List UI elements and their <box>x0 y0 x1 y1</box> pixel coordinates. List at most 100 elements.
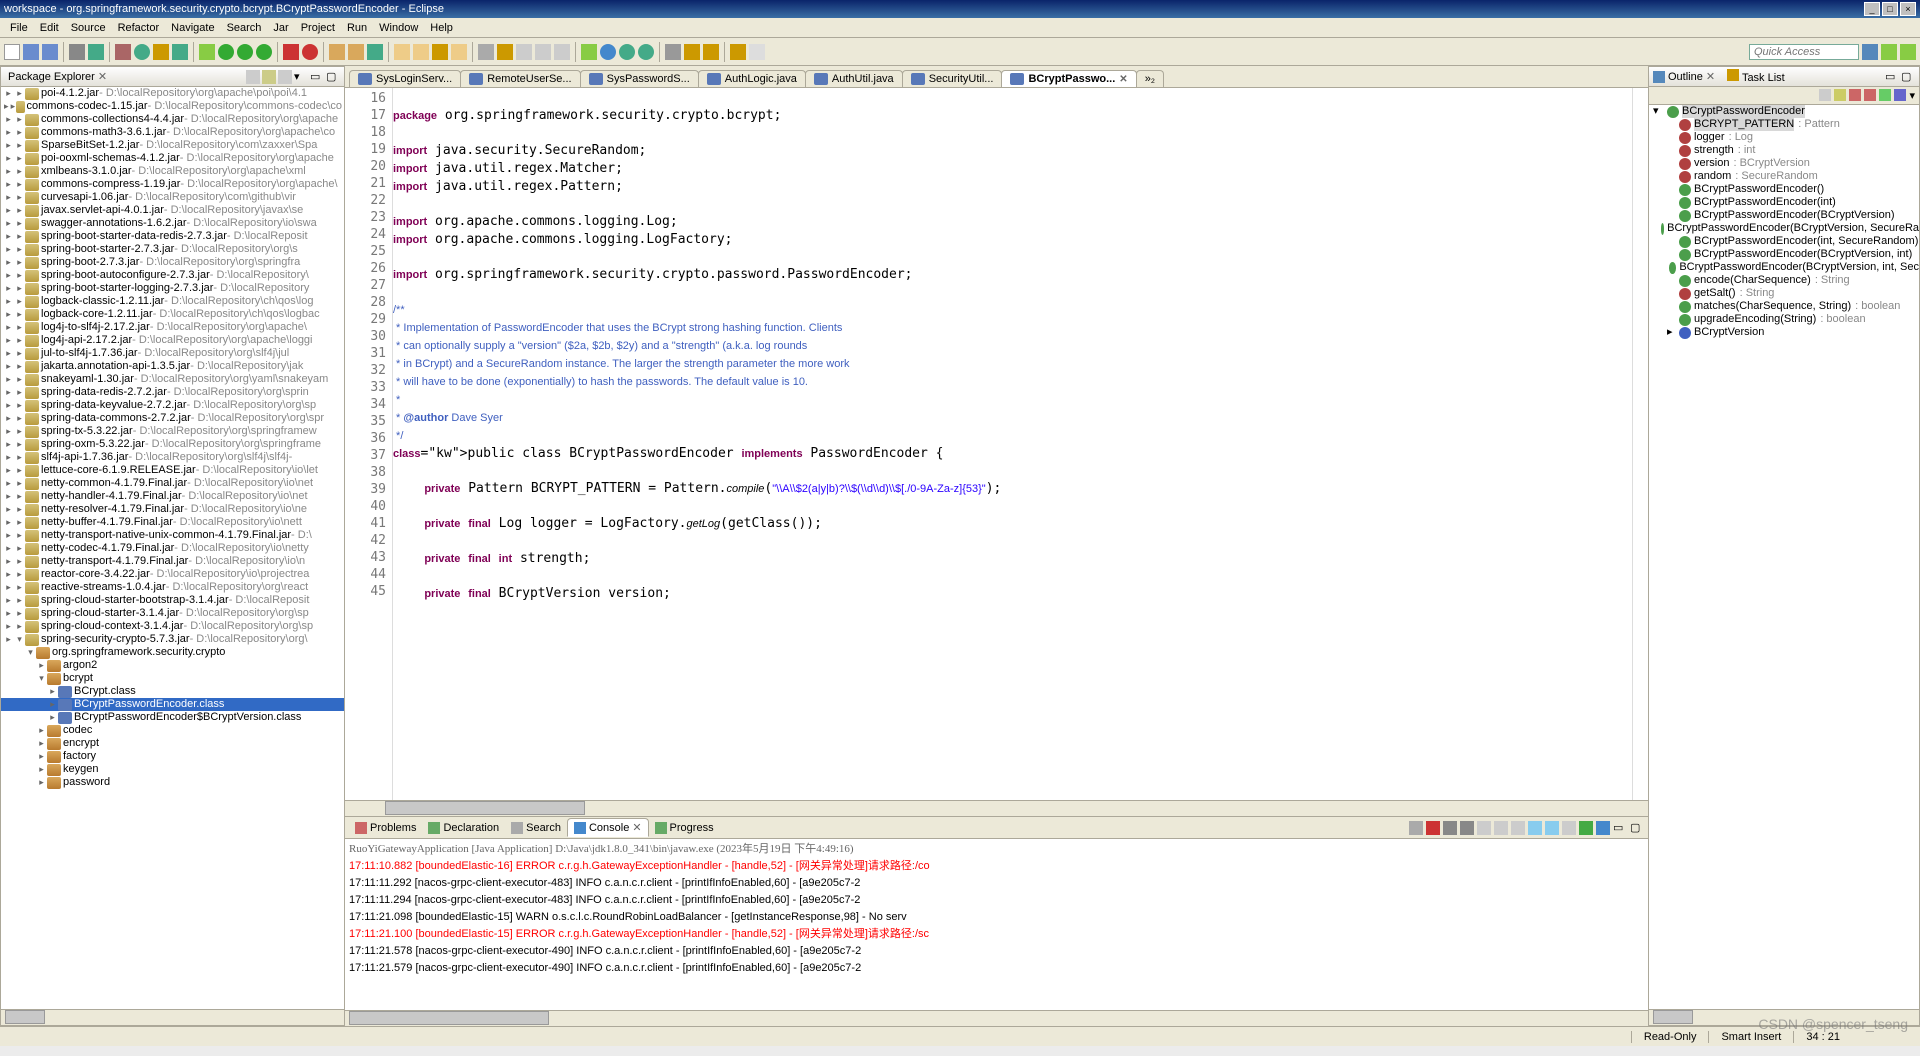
tree-jar-item[interactable]: ▸▸reactive-streams-1.0.4.jar - D:\localR… <box>1 581 344 594</box>
tree-jar-item[interactable]: ▸▸spring-cloud-starter-bootstrap-3.1.4.j… <box>1 594 344 607</box>
saveall-icon[interactable] <box>42 44 58 60</box>
bottom-tab-declaration[interactable]: Declaration <box>422 820 505 836</box>
tree-jar-item[interactable]: ▸▸log4j-api-2.17.2.jar - D:\localReposit… <box>1 334 344 347</box>
outline-member[interactable]: BCryptPasswordEncoder(int, SecureRandom) <box>1649 235 1919 248</box>
new-class2-icon[interactable] <box>367 44 383 60</box>
outline-focus-icon[interactable] <box>1819 89 1831 101</box>
console-removeall-icon[interactable] <box>1460 821 1474 835</box>
editor-tab[interactable]: SecurityUtil... <box>902 70 1003 87</box>
outline-member[interactable]: strength: int <box>1649 144 1919 157</box>
bottom-tab-console[interactable]: Console ✕ <box>567 818 649 837</box>
tree-jar-item[interactable]: ▸▸spring-data-redis-2.7.2.jar - D:\local… <box>1 386 344 399</box>
tree-jar-item[interactable]: ▸▸SparseBitSet-1.2.jar - D:\localReposit… <box>1 139 344 152</box>
tree-jar-item[interactable]: ▸▸commons-collections4-4.4.jar - D:\loca… <box>1 113 344 126</box>
outline-hide-nonpublic-icon[interactable] <box>1879 89 1891 101</box>
editor-tab[interactable]: SysPasswordS... <box>580 70 699 87</box>
tree-jar-item[interactable]: ▸▸spring-tx-5.3.22.jar - D:\localReposit… <box>1 425 344 438</box>
editor-hscroll[interactable] <box>345 800 1648 816</box>
tree-jar-item[interactable]: ▸▸jakarta.annotation-api-1.3.5.jar - D:\… <box>1 360 344 373</box>
skip-icon[interactable] <box>115 44 131 60</box>
refresh-icon[interactable] <box>172 44 188 60</box>
outline-sort-icon[interactable] <box>1834 89 1846 101</box>
tree-jar-item[interactable]: ▸▸netty-buffer-4.1.79.Final.jar - D:\loc… <box>1 516 344 529</box>
pin-icon[interactable] <box>665 44 681 60</box>
debug-icon[interactable] <box>199 44 215 60</box>
tree-package[interactable]: ▾org.springframework.security.crypto <box>1 646 344 659</box>
tab-close-icon[interactable]: ✕ <box>1119 74 1127 85</box>
tree-jar-item[interactable]: ▸▸spring-boot-starter-data-redis-2.7.3.j… <box>1 230 344 243</box>
menu-help[interactable]: Help <box>424 20 459 36</box>
console-show-icon[interactable] <box>1545 821 1559 835</box>
outline-hide-fields-icon[interactable] <box>1849 89 1861 101</box>
search-icon[interactable] <box>478 44 494 60</box>
tree-jar-item[interactable]: ▸▸commons-math3-3.6.1.jar - D:\localRepo… <box>1 126 344 139</box>
browser-icon[interactable] <box>619 44 635 60</box>
tree-jar-item[interactable]: ▸▸swagger-annotations-1.6.2.jar - D:\loc… <box>1 217 344 230</box>
new-icon[interactable] <box>4 44 20 60</box>
outline-hide-static-icon[interactable] <box>1864 89 1876 101</box>
outline-member[interactable]: BCryptPasswordEncoder(int) <box>1649 196 1919 209</box>
tree-jar-item[interactable]: ▸▸poi-ooxml-schemas-4.1.2.jar - D:\local… <box>1 152 344 165</box>
outline-member[interactable]: BCryptPasswordEncoder() <box>1649 183 1919 196</box>
menu-run[interactable]: Run <box>341 20 373 36</box>
maximize-button[interactable]: □ <box>1882 2 1898 16</box>
console-wrap-icon[interactable] <box>1528 821 1542 835</box>
console-open-icon[interactable] <box>1562 821 1576 835</box>
perspective-java-icon[interactable] <box>1862 44 1878 60</box>
menu-jar[interactable]: Jar <box>267 20 294 36</box>
open-type-icon[interactable] <box>394 44 410 60</box>
outline-member[interactable]: matches(CharSequence, String): boolean <box>1649 300 1919 313</box>
tree-jar-item[interactable]: ▸▸commons-compress-1.19.jar - D:\localRe… <box>1 178 344 191</box>
connect-icon[interactable] <box>153 44 169 60</box>
tasklist-tab[interactable]: Task List <box>1727 69 1785 84</box>
focus-task-icon[interactable] <box>278 70 292 84</box>
tree-jar-item[interactable]: ▸▸spring-data-keyvalue-2.7.2.jar - D:\lo… <box>1 399 344 412</box>
tree-jar-item[interactable]: ▸▾spring-security-crypto-5.7.3.jar - D:\… <box>1 633 344 646</box>
menu-source[interactable]: Source <box>65 20 112 36</box>
overview-ruler[interactable] <box>1632 88 1648 800</box>
minimize-view-icon[interactable]: ▭ <box>310 70 324 84</box>
tree-jar-item[interactable]: ▸▸curvesapi-1.06.jar - D:\localRepositor… <box>1 191 344 204</box>
outline-member[interactable]: version: BCryptVersion <box>1649 157 1919 170</box>
tree-jar-item[interactable]: ▸▸logback-core-1.2.11.jar - D:\localRepo… <box>1 308 344 321</box>
tree-jar-item[interactable]: ▸▸jul-to-slf4j-1.7.36.jar - D:\localRepo… <box>1 347 344 360</box>
open-task-icon[interactable] <box>451 44 467 60</box>
maximize-view-icon[interactable]: ▢ <box>326 70 340 84</box>
console-remove-icon[interactable] <box>1443 821 1457 835</box>
tab-close-icon[interactable]: ✕ <box>632 821 641 834</box>
tree-jar-item[interactable]: ▸▸spring-oxm-5.3.22.jar - D:\localReposi… <box>1 438 344 451</box>
view-menu-icon[interactable]: ▾ <box>294 70 308 84</box>
outline-max-icon[interactable]: ▢ <box>1901 70 1915 84</box>
tree-jar-item[interactable]: ▸▸spring-boot-2.7.3.jar - D:\localReposi… <box>1 256 344 269</box>
tree-subpackage[interactable]: ▸codec <box>1 724 344 737</box>
console-max-icon[interactable]: ▢ <box>1630 821 1644 835</box>
print-icon[interactable] <box>69 44 85 60</box>
console-pin-icon[interactable] <box>1409 821 1423 835</box>
menu-file[interactable]: File <box>4 20 34 36</box>
tree-jar-item[interactable]: ▸▸poi-4.1.2.jar - D:\localRepository\org… <box>1 87 344 100</box>
outline-menu-icon[interactable]: ▾ <box>1909 89 1915 102</box>
outline-member[interactable]: BCRYPT_PATTERN: Pattern <box>1649 118 1919 131</box>
prev-annotation-icon[interactable] <box>535 44 551 60</box>
tree-jar-item[interactable]: ▸▸log4j-to-slf4j-2.17.2.jar - D:\localRe… <box>1 321 344 334</box>
tree-jar-item[interactable]: ▸▸spring-cloud-starter-3.1.4.jar - D:\lo… <box>1 607 344 620</box>
tree-jar-item[interactable]: ▸▸reactor-core-3.4.22.jar - D:\localRepo… <box>1 568 344 581</box>
back-icon[interactable] <box>730 44 746 60</box>
console-hscroll[interactable] <box>345 1010 1648 1026</box>
tree-jar-item[interactable]: ▸▸netty-transport-native-unix-common-4.1… <box>1 529 344 542</box>
perspective-debug-icon[interactable] <box>1881 44 1897 60</box>
tree-class[interactable]: ▸BCryptPasswordEncoder$BCryptVersion.cla… <box>1 711 344 724</box>
menu-project[interactable]: Project <box>295 20 341 36</box>
code-editor[interactable]: package org.springframework.security.cry… <box>393 88 1632 800</box>
tree-jar-item[interactable]: ▸▸spring-boot-autoconfigure-2.7.3.jar - … <box>1 269 344 282</box>
minimize-button[interactable]: _ <box>1864 2 1880 16</box>
tree-jar-item[interactable]: ▸▸snakeyaml-1.30.jar - D:\localRepositor… <box>1 373 344 386</box>
save-icon[interactable] <box>23 44 39 60</box>
tree-jar-item[interactable]: ▸▸netty-handler-4.1.79.Final.jar - D:\lo… <box>1 490 344 503</box>
console-lock-icon[interactable] <box>1511 821 1525 835</box>
sync-icon[interactable] <box>638 44 654 60</box>
editor-tab[interactable]: SysLoginServ... <box>349 70 461 87</box>
tree-subpackage[interactable]: ▾bcrypt <box>1 672 344 685</box>
tree-jar-item[interactable]: ▸▸spring-boot-starter-2.7.3.jar - D:\loc… <box>1 243 344 256</box>
toggle-mark-icon[interactable] <box>497 44 513 60</box>
